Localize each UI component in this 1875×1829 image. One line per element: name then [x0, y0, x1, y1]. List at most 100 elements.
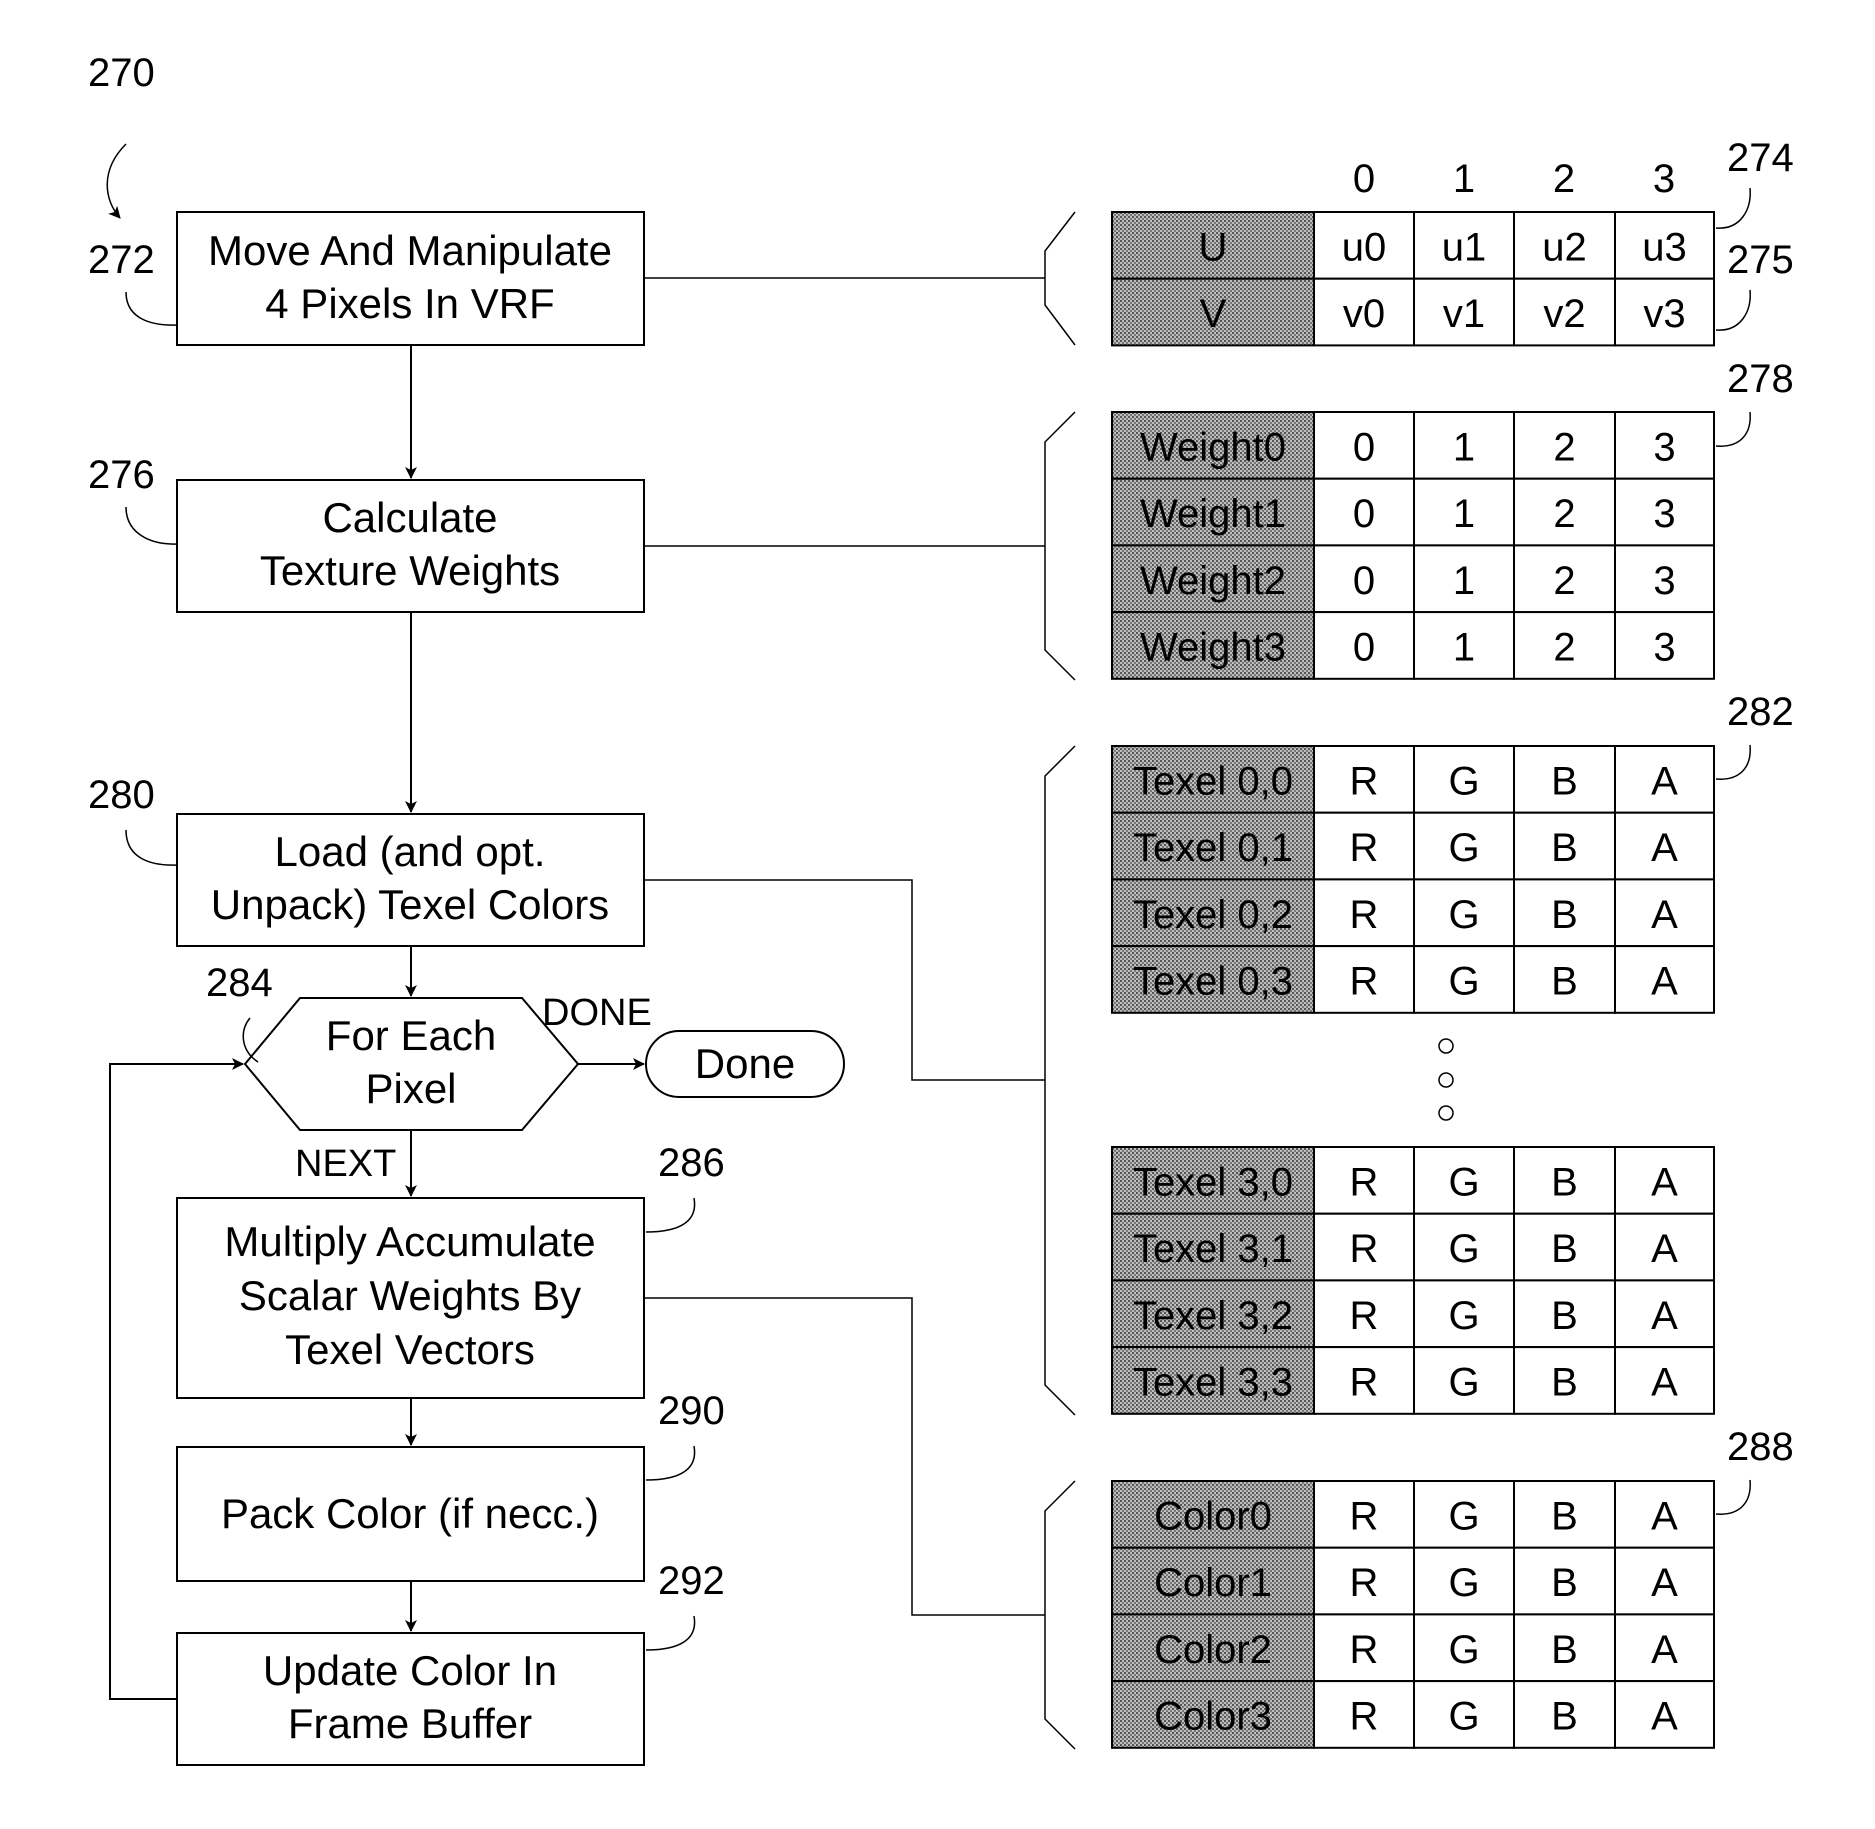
cell-value: A [1651, 1494, 1678, 1538]
bracket-texels [1044, 745, 1076, 1416]
step-text-line: Multiply Accumulate [224, 1218, 595, 1265]
cell-value: 3 [1653, 559, 1675, 603]
cell-value: 1 [1453, 425, 1475, 469]
step-290: Pack Color (if necc.) 290 [176, 1389, 725, 1582]
bracket-weights [1044, 411, 1076, 681]
step-text-line: Texture Weights [260, 547, 560, 594]
cell-value: A [1651, 959, 1678, 1003]
register-tables: Uu0 u1 u2 u3 V v0 v1 v2 v3 Weight0 0 1 2 3 Weight1 0 1 2 3… [1111, 211, 1715, 1749]
row-label: Texel 0,1 [1133, 826, 1293, 870]
cell-value: G [1448, 893, 1479, 937]
step-text-line: Update Color In [263, 1647, 557, 1694]
terminal-done: Done [645, 1030, 845, 1098]
texel-table-bottom: Texel 3,0 R G B ATexel 3,1 R G B ATexel 3,2 R G B AT… [1111, 1146, 1715, 1415]
cell-value: 1 [1453, 559, 1475, 603]
leader-line [1715, 187, 1751, 229]
cell-value: v2 [1543, 292, 1585, 336]
table-row: Texel 0,0 R G B A [1111, 745, 1715, 814]
row-label: Weight2 [1140, 559, 1286, 603]
table-row: Color1 R G B A [1111, 1546, 1715, 1616]
cell-value: B [1551, 1227, 1578, 1271]
row-label: Texel 0,0 [1133, 759, 1293, 803]
table-row: Texel 3,0 R G B A [1111, 1146, 1715, 1215]
cell-value: G [1448, 759, 1479, 803]
cell-value: R [1350, 893, 1379, 937]
leader-line [125, 506, 178, 545]
cell-value: A [1651, 759, 1678, 803]
cell-value: R [1350, 1561, 1379, 1605]
figure-ref-label: 270 [88, 51, 155, 95]
uv-table: Uu0 u1 u2 u3 V v0 v1 v2 v3 [1111, 211, 1715, 347]
leader-line [125, 291, 178, 326]
step-text-line: Pack Color (if necc.) [221, 1490, 599, 1537]
step-292: Update Color In Frame Buffer 292 [176, 1559, 725, 1766]
cell-value: A [1651, 1294, 1678, 1338]
row-label: Texel 3,2 [1133, 1294, 1293, 1338]
step-276: Calculate Texture Weights 276 [88, 453, 645, 613]
cell-value: R [1350, 1160, 1379, 1204]
cell-value: R [1350, 826, 1379, 870]
cell-value: R [1350, 1694, 1379, 1738]
cell-value: 1 [1453, 492, 1475, 536]
cell-value: R [1350, 1294, 1379, 1338]
decision-text-line: Pixel [365, 1065, 456, 1112]
cell-value: 3 [1653, 625, 1675, 669]
row-label: Texel 3,1 [1133, 1227, 1293, 1271]
cell-value: G [1448, 1494, 1479, 1538]
cell-value: G [1448, 1694, 1479, 1738]
cell-value: G [1448, 1360, 1479, 1404]
leader-line [1715, 289, 1751, 331]
cell-value: 0 [1353, 625, 1375, 669]
step-ref-label: 286 [658, 1141, 725, 1185]
leader-line [125, 829, 178, 866]
step-text-line: Calculate [322, 494, 497, 541]
step-text-line: Load (and opt. [275, 828, 546, 875]
flowchart-canvas: 270 Move And Manipulate 4 Pixels In VRF … [88, 51, 1794, 1766]
row-label: U [1199, 225, 1228, 269]
step-text-line: Scalar Weights By [239, 1272, 581, 1319]
weights-table: Weight0 0 1 2 3Weight1 0 1 2 3Weight2 0 1 2 3Weight3… [1111, 411, 1715, 680]
cell-value: R [1350, 1628, 1379, 1672]
table-row: Weight1 0 1 2 3 [1111, 477, 1715, 547]
cell-value: G [1448, 1628, 1479, 1672]
step-ref-label: 284 [206, 961, 273, 1005]
cell-value: B [1551, 1160, 1578, 1204]
table-row: Vv0 v1 v2 v3 [1111, 277, 1715, 347]
decision-text-line: For Each [326, 1012, 496, 1059]
table-connectors [644, 211, 1076, 1750]
table-row: Weight3 0 1 2 3 [1111, 611, 1715, 680]
table-ref-label: 275 [1727, 238, 1794, 282]
leader-line [1715, 411, 1751, 447]
table-row: Texel 3,1 R G B A [1111, 1212, 1715, 1282]
cell-value: G [1448, 1227, 1479, 1271]
cell-value: G [1448, 1160, 1479, 1204]
step-text-line: Texel Vectors [285, 1326, 535, 1373]
row-label: Color0 [1154, 1494, 1272, 1538]
cell-value: B [1551, 759, 1578, 803]
cell-value: 0 [1353, 425, 1375, 469]
uv-column-headers: 0 1 2 3 [1353, 157, 1675, 201]
column-header: 3 [1653, 157, 1675, 201]
cell-value: G [1448, 1561, 1479, 1605]
row-label: Color2 [1154, 1628, 1272, 1672]
leader-line [645, 1615, 696, 1651]
step-ref-label: 292 [658, 1559, 725, 1603]
figure-ref-arrow-icon [106, 143, 127, 219]
row-label: Color1 [1154, 1561, 1272, 1605]
table-row: Color0 R G B A [1111, 1480, 1715, 1549]
cell-value: A [1651, 1227, 1678, 1271]
table-row: Texel 3,2 R G B A [1111, 1279, 1715, 1349]
edge-label-done: DONE [542, 992, 652, 1034]
cell-value: u0 [1342, 225, 1387, 269]
step-ref-label: 276 [88, 453, 155, 497]
terminal-label: Done [695, 1040, 795, 1087]
cell-value: A [1651, 1360, 1678, 1404]
cell-value: 2 [1553, 625, 1575, 669]
row-label: Weight0 [1140, 425, 1286, 469]
cell-value: B [1551, 1694, 1578, 1738]
table-row: Weight0 0 1 2 3 [1111, 411, 1715, 480]
step-280: Load (and opt. Unpack) Texel Colors 280 [88, 773, 645, 947]
color-table: Color0 R G B A Color1 R G B A Color2 R G B A Color3 R G B A [1111, 1480, 1715, 1749]
cell-value: A [1651, 1694, 1678, 1738]
row-label: Texel 0,3 [1133, 959, 1293, 1003]
